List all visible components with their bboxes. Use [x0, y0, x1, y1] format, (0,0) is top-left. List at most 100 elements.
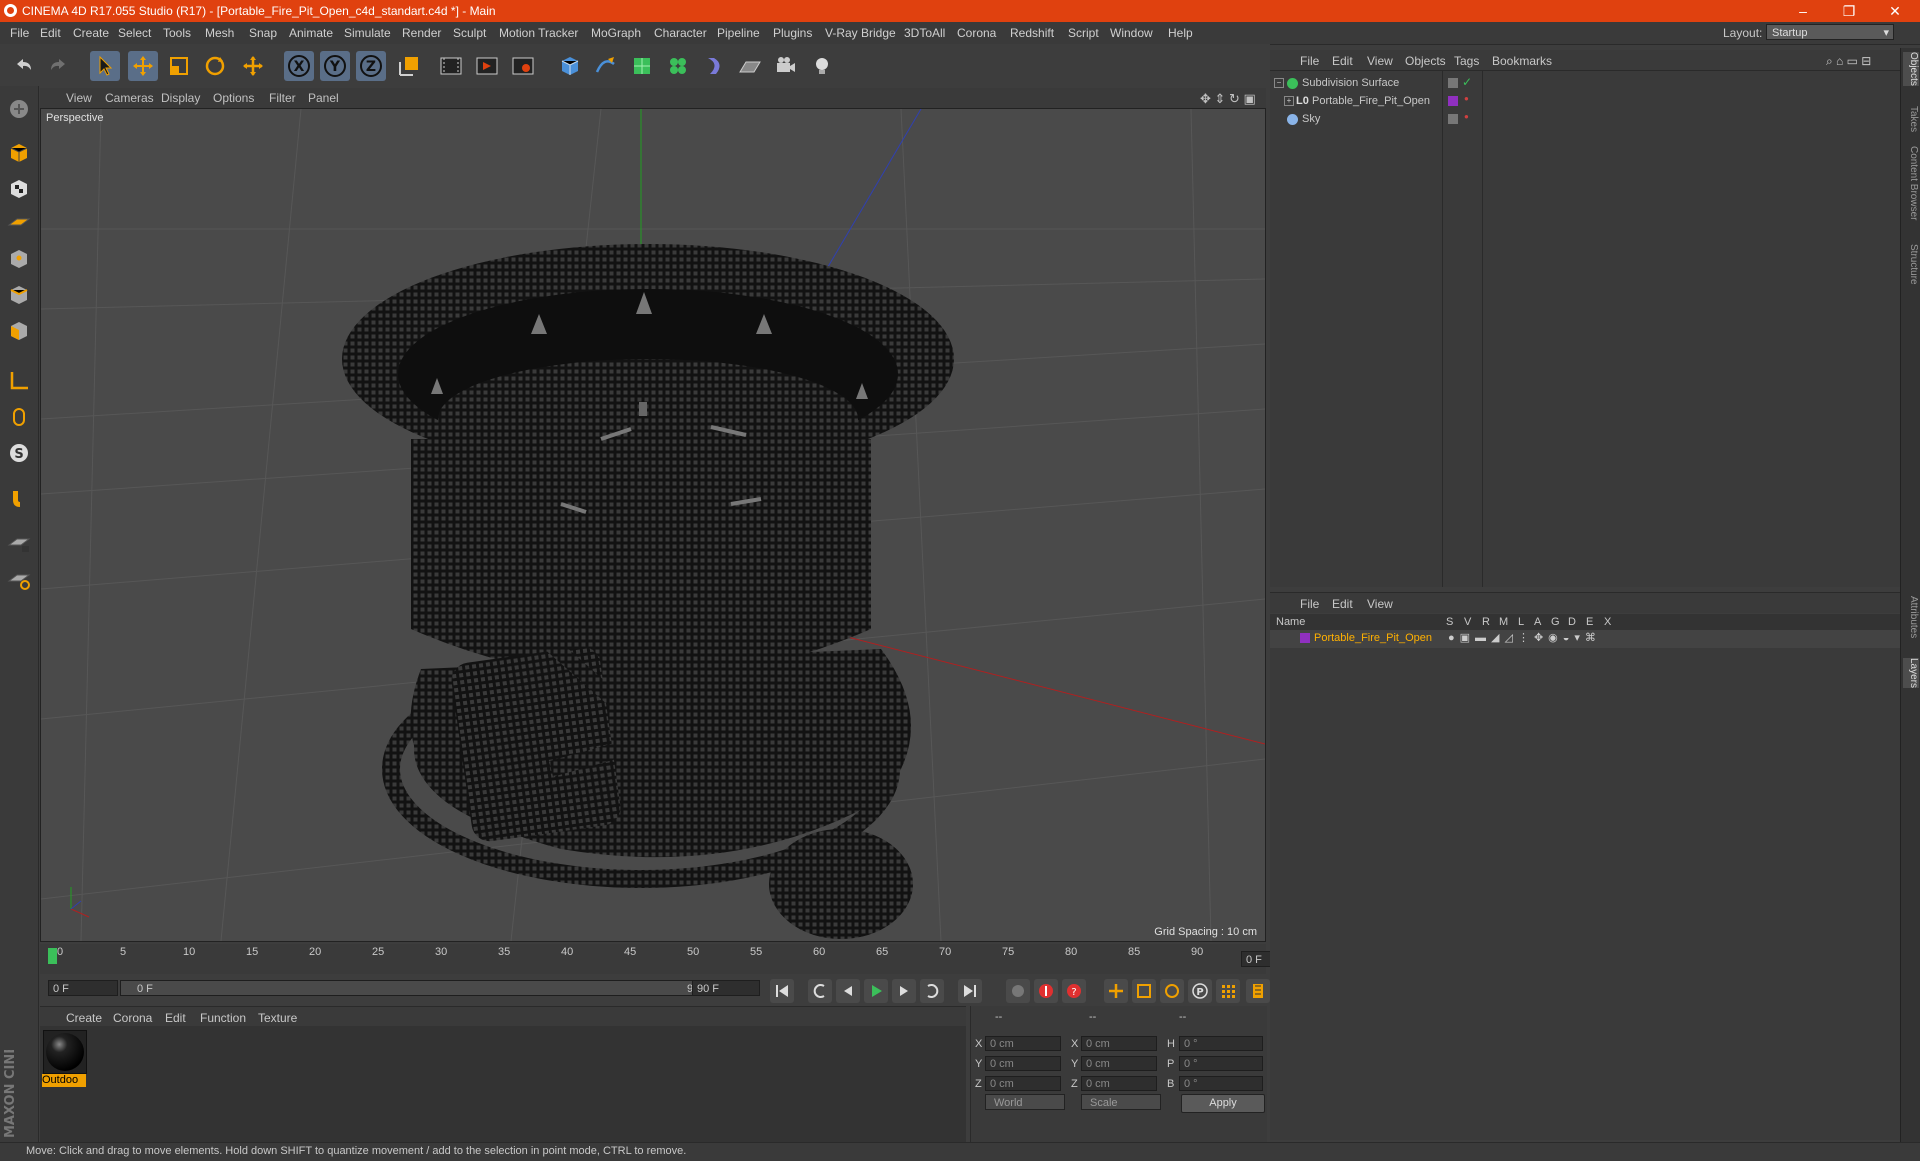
y-axis-icon[interactable]: Y — [320, 51, 350, 81]
menu-motion-tracker[interactable]: Motion Tracker — [499, 26, 578, 40]
go-to-start-icon[interactable] — [770, 979, 794, 1003]
material-menu-corona[interactable]: Corona — [113, 1011, 152, 1025]
layer-col-animation[interactable]: A — [1534, 616, 1541, 628]
size-x-field[interactable]: 0 cm — [1081, 1036, 1157, 1051]
object-menu-objects[interactable]: Objects — [1405, 54, 1446, 68]
layer-col-xref[interactable]: X — [1604, 616, 1611, 628]
menu-animate[interactable]: Animate — [289, 26, 333, 40]
material-name[interactable]: Outdoo — [42, 1074, 86, 1087]
snap-icon[interactable]: S — [4, 438, 34, 468]
render-view-icon[interactable] — [436, 51, 466, 81]
menu-mograph[interactable]: MoGraph — [591, 26, 641, 40]
size-z-field[interactable]: 0 cm — [1081, 1076, 1157, 1091]
menu-help[interactable]: Help — [1168, 26, 1193, 40]
side-tab-content-browser[interactable]: Content Browser — [1903, 146, 1919, 220]
menu-snap[interactable]: Snap — [249, 26, 277, 40]
maximize-button[interactable]: ❐ — [1826, 0, 1872, 22]
menu-corona[interactable]: Corona — [957, 26, 996, 40]
key-position-icon[interactable] — [1104, 979, 1128, 1003]
position-y-field[interactable]: 0 cm — [985, 1056, 1061, 1071]
object-row-subdivision-surface[interactable]: − Subdivision Surface ✓ — [1270, 75, 1900, 93]
material-menu-texture[interactable]: Texture — [258, 1011, 297, 1025]
size-y-field[interactable]: 0 cm — [1081, 1056, 1157, 1071]
layer-color-swatch[interactable] — [1300, 633, 1310, 643]
timeline-ruler[interactable]: 0 5 10 15 20 25 30 35 40 45 50 55 60 65 70 75 80 85 90 0 F — [40, 944, 1303, 974]
key-rotation-icon[interactable] — [1160, 979, 1184, 1003]
menu-file[interactable]: File — [10, 26, 29, 40]
layer-col-view[interactable]: V — [1464, 616, 1471, 628]
layer-col-manager[interactable]: M — [1499, 616, 1508, 628]
layer-menu-file[interactable]: File — [1300, 597, 1319, 611]
cube-primitive-icon[interactable] — [555, 51, 585, 81]
layer-menu-view[interactable]: View — [1367, 597, 1393, 611]
redo-icon[interactable] — [44, 51, 74, 81]
editor-visibility-icon[interactable] — [1448, 114, 1458, 124]
next-frame-icon[interactable] — [892, 979, 916, 1003]
position-z-field[interactable]: 0 cm — [985, 1076, 1061, 1091]
menu-3dtoall[interactable]: 3DToAll — [904, 26, 945, 40]
minimize-button[interactable]: – — [1780, 0, 1826, 22]
layer-color-icon[interactable] — [1448, 96, 1458, 106]
layer-col-expressions[interactable]: E — [1586, 616, 1593, 628]
layout-dropdown[interactable]: Startup — [1766, 24, 1894, 41]
position-x-field[interactable]: 0 cm — [985, 1036, 1061, 1051]
render-picture-viewer-icon[interactable] — [472, 51, 502, 81]
viewport-menu-panel[interactable]: Panel — [308, 91, 339, 105]
coordinate-system-icon[interactable] — [394, 51, 424, 81]
rotation-p-field[interactable]: 0 ° — [1179, 1056, 1263, 1071]
go-to-end-icon[interactable] — [958, 979, 982, 1003]
x-axis-icon[interactable]: X — [284, 51, 314, 81]
planar-workplane-icon[interactable] — [4, 564, 34, 594]
points-mode-icon[interactable] — [4, 244, 34, 274]
edges-mode-icon[interactable] — [4, 280, 34, 310]
pen-spline-icon[interactable] — [591, 51, 621, 81]
menu-render[interactable]: Render — [402, 26, 441, 40]
cloner-icon[interactable] — [663, 51, 693, 81]
side-tab-objects[interactable]: Objects — [1903, 52, 1919, 86]
polygons-mode-icon[interactable] — [4, 316, 34, 346]
key-scale-icon[interactable] — [1132, 979, 1156, 1003]
rotation-h-field[interactable]: 0 ° — [1179, 1036, 1263, 1051]
menu-create[interactable]: Create — [73, 26, 109, 40]
rotate-icon[interactable] — [200, 51, 230, 81]
viewport-menu-view[interactable]: View — [66, 91, 92, 105]
camera-icon[interactable] — [771, 51, 801, 81]
timeline-window-icon[interactable] — [1246, 979, 1270, 1003]
key-pla-icon[interactable] — [1216, 979, 1240, 1003]
rotation-b-field[interactable]: 0 ° — [1179, 1076, 1263, 1091]
expand-toggle-icon[interactable]: + — [1284, 96, 1294, 106]
keyframe-selection-icon[interactable]: ? — [1062, 979, 1086, 1003]
key-parameter-icon[interactable]: P — [1188, 979, 1212, 1003]
material-menu-function[interactable]: Function — [200, 1011, 246, 1025]
light-icon[interactable] — [807, 51, 837, 81]
object-menu-tags[interactable]: Tags — [1454, 54, 1479, 68]
end-frame-field[interactable]: 90 F — [692, 980, 760, 996]
tweak-mode-icon[interactable] — [4, 402, 34, 432]
play-icon[interactable] — [864, 979, 888, 1003]
menu-redshift[interactable]: Redshift — [1010, 26, 1054, 40]
select-cursor-icon[interactable] — [90, 51, 120, 81]
collapse-toggle-icon[interactable]: − — [1274, 78, 1284, 88]
layer-toggle-icons[interactable]: ●▣▬◢◿⋮✥◉◒▾⌘ — [1448, 631, 1601, 644]
viewport-menu-cameras[interactable]: Cameras — [105, 91, 154, 105]
size-mode-dropdown[interactable]: Scale — [1081, 1094, 1161, 1110]
move-icon[interactable] — [128, 51, 158, 81]
enabled-checkmark-icon[interactable]: ✓ — [1462, 75, 1472, 89]
object-row-sky[interactable]: Sky ● — [1270, 111, 1900, 129]
previous-keyframe-icon[interactable] — [808, 979, 832, 1003]
side-tab-takes[interactable]: Takes — [1903, 106, 1919, 132]
material-thumbnail[interactable] — [43, 1030, 87, 1074]
menu-vray-bridge[interactable]: V-Ray Bridge — [825, 26, 896, 40]
viewport-menu-options[interactable]: Options — [213, 91, 254, 105]
editor-visibility-icon[interactable] — [1448, 78, 1458, 88]
layer-col-render[interactable]: R — [1482, 616, 1490, 628]
menu-select[interactable]: Select — [118, 26, 151, 40]
visibility-dots-icon[interactable]: ● — [1464, 94, 1469, 103]
object-row-portable-fire-pit[interactable]: + L0 Portable_Fire_Pit_Open ● — [1270, 93, 1900, 111]
texture-mode-icon[interactable] — [4, 174, 34, 204]
edit-render-settings-icon[interactable] — [508, 51, 538, 81]
object-manager-search-icon[interactable]: ⌕ ⌂ ▭ ⊟ — [1826, 54, 1871, 69]
deformer-icon[interactable] — [699, 51, 729, 81]
playhead-marker[interactable] — [48, 948, 57, 964]
menu-character[interactable]: Character — [654, 26, 707, 40]
